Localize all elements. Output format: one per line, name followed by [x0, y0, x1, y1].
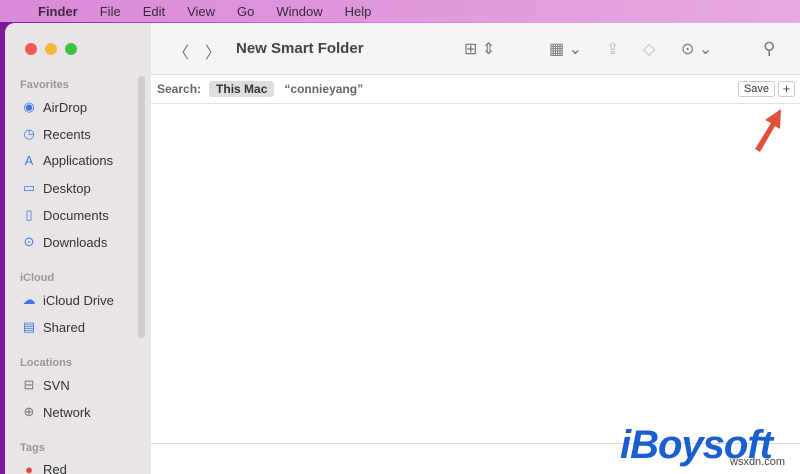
group-by-button[interactable]: ▦ ⌄ [549, 39, 582, 59]
airdrop-icon: ◉ [23, 99, 35, 114]
window-title: New Smart Folder [236, 40, 364, 57]
share-icon[interactable]: ⇪ [606, 39, 619, 59]
sidebar-scrollbar[interactable] [138, 76, 145, 338]
search-query: “connieyang” [284, 82, 364, 96]
document-icon: ▯ [25, 207, 33, 222]
forward-button[interactable]: 〉 [205, 39, 221, 63]
tag-icon[interactable]: ◇ [643, 39, 655, 59]
sidebar-item-documents[interactable]: ▯ Documents [21, 207, 109, 223]
menu-window[interactable]: Window [276, 4, 322, 19]
download-icon: ⊙ [23, 234, 35, 249]
view-mode-button[interactable]: ⊞ ⇕ [464, 39, 495, 59]
cloud-icon: ☁ [22, 292, 36, 307]
menu-help[interactable]: Help [345, 4, 372, 19]
close-button[interactable] [25, 43, 37, 55]
menu-bar: Finder File Edit View Go Window Help [0, 0, 800, 22]
sidebar-item-label: Red [43, 462, 67, 474]
shared-folder-icon: ▤ [22, 319, 36, 334]
applications-icon: A [24, 153, 34, 168]
sidebar-item-desktop[interactable]: ▭ Desktop [21, 180, 91, 196]
search-icon[interactable]: ⚲ [763, 39, 775, 59]
menu-go[interactable]: Go [237, 4, 254, 19]
save-button[interactable]: Save [737, 81, 775, 97]
search-bar: Search: This Mac “connieyang” Save + [151, 75, 800, 104]
sidebar-item-label: Network [43, 404, 91, 420]
sidebar-item-airdrop[interactable]: ◉ AirDrop [21, 99, 87, 115]
scope-this-mac[interactable]: This Mac [209, 81, 275, 97]
sidebar-item-network[interactable]: ⊕ Network [21, 404, 91, 420]
menu-view[interactable]: View [187, 4, 215, 19]
section-locations: Locations [20, 357, 72, 369]
red-tag-icon: ● [25, 462, 33, 474]
more-actions-button[interactable]: ⊙ ⌄ [681, 39, 712, 59]
sidebar-item-label: Shared [43, 319, 85, 335]
sidebar-item-label: Documents [43, 207, 109, 223]
sidebar: Favorites ◉ AirDrop ◷ Recents A Application… [5, 23, 151, 474]
sidebar-item-applications[interactable]: A Applications [21, 153, 113, 168]
minimize-button[interactable] [45, 43, 57, 55]
desktop-icon: ▭ [22, 180, 36, 195]
sidebar-item-label: Applications [43, 153, 114, 168]
toolbar: 〈 〉 New Smart Folder ⊞ ⇕ ▦ ⌄ ⇪ ◇ ⊙ ⌄ ⚲ [151, 23, 800, 75]
section-favorites: Favorites [20, 79, 69, 91]
section-icloud: iCloud [20, 272, 55, 284]
add-criteria-button[interactable]: + [778, 81, 795, 97]
menu-finder[interactable]: Finder [38, 4, 78, 19]
sidebar-item-tag-red[interactable]: ● Red [21, 462, 67, 474]
sidebar-item-label: Recents [43, 126, 91, 142]
window-controls [25, 43, 77, 55]
sidebar-item-label: iCloud Drive [43, 292, 114, 308]
menu-edit[interactable]: Edit [143, 4, 165, 19]
drive-icon: ⊟ [23, 377, 35, 392]
sidebar-item-label: Desktop [43, 180, 91, 196]
menu-file[interactable]: File [100, 4, 121, 19]
sidebar-item-label: SVN [43, 377, 70, 393]
sidebar-item-shared[interactable]: ▤ Shared [21, 319, 85, 335]
sidebar-item-recents[interactable]: ◷ Recents [21, 126, 91, 142]
main-area: 〈 〉 New Smart Folder ⊞ ⇕ ▦ ⌄ ⇪ ◇ ⊙ ⌄ ⚲ S… [151, 23, 800, 474]
sidebar-item-icloud-drive[interactable]: ☁ iCloud Drive [21, 292, 114, 308]
sidebar-item-label: AirDrop [43, 99, 88, 115]
section-tags: Tags [20, 442, 45, 454]
globe-icon: ⊕ [23, 404, 35, 419]
sidebar-item-label: Downloads [43, 234, 108, 250]
site-watermark: wsxdn.com [730, 456, 786, 468]
back-button[interactable]: 〈 [173, 39, 189, 63]
sidebar-item-downloads[interactable]: ⊙ Downloads [21, 234, 108, 250]
red-arrow-annotation [755, 109, 781, 152]
clock-icon: ◷ [23, 126, 35, 141]
finder-window: Favorites ◉ AirDrop ◷ Recents A Application… [5, 23, 800, 474]
sidebar-item-svn[interactable]: ⊟ SVN [21, 377, 70, 393]
search-label: Search: [157, 82, 202, 96]
zoom-button[interactable] [65, 43, 77, 55]
